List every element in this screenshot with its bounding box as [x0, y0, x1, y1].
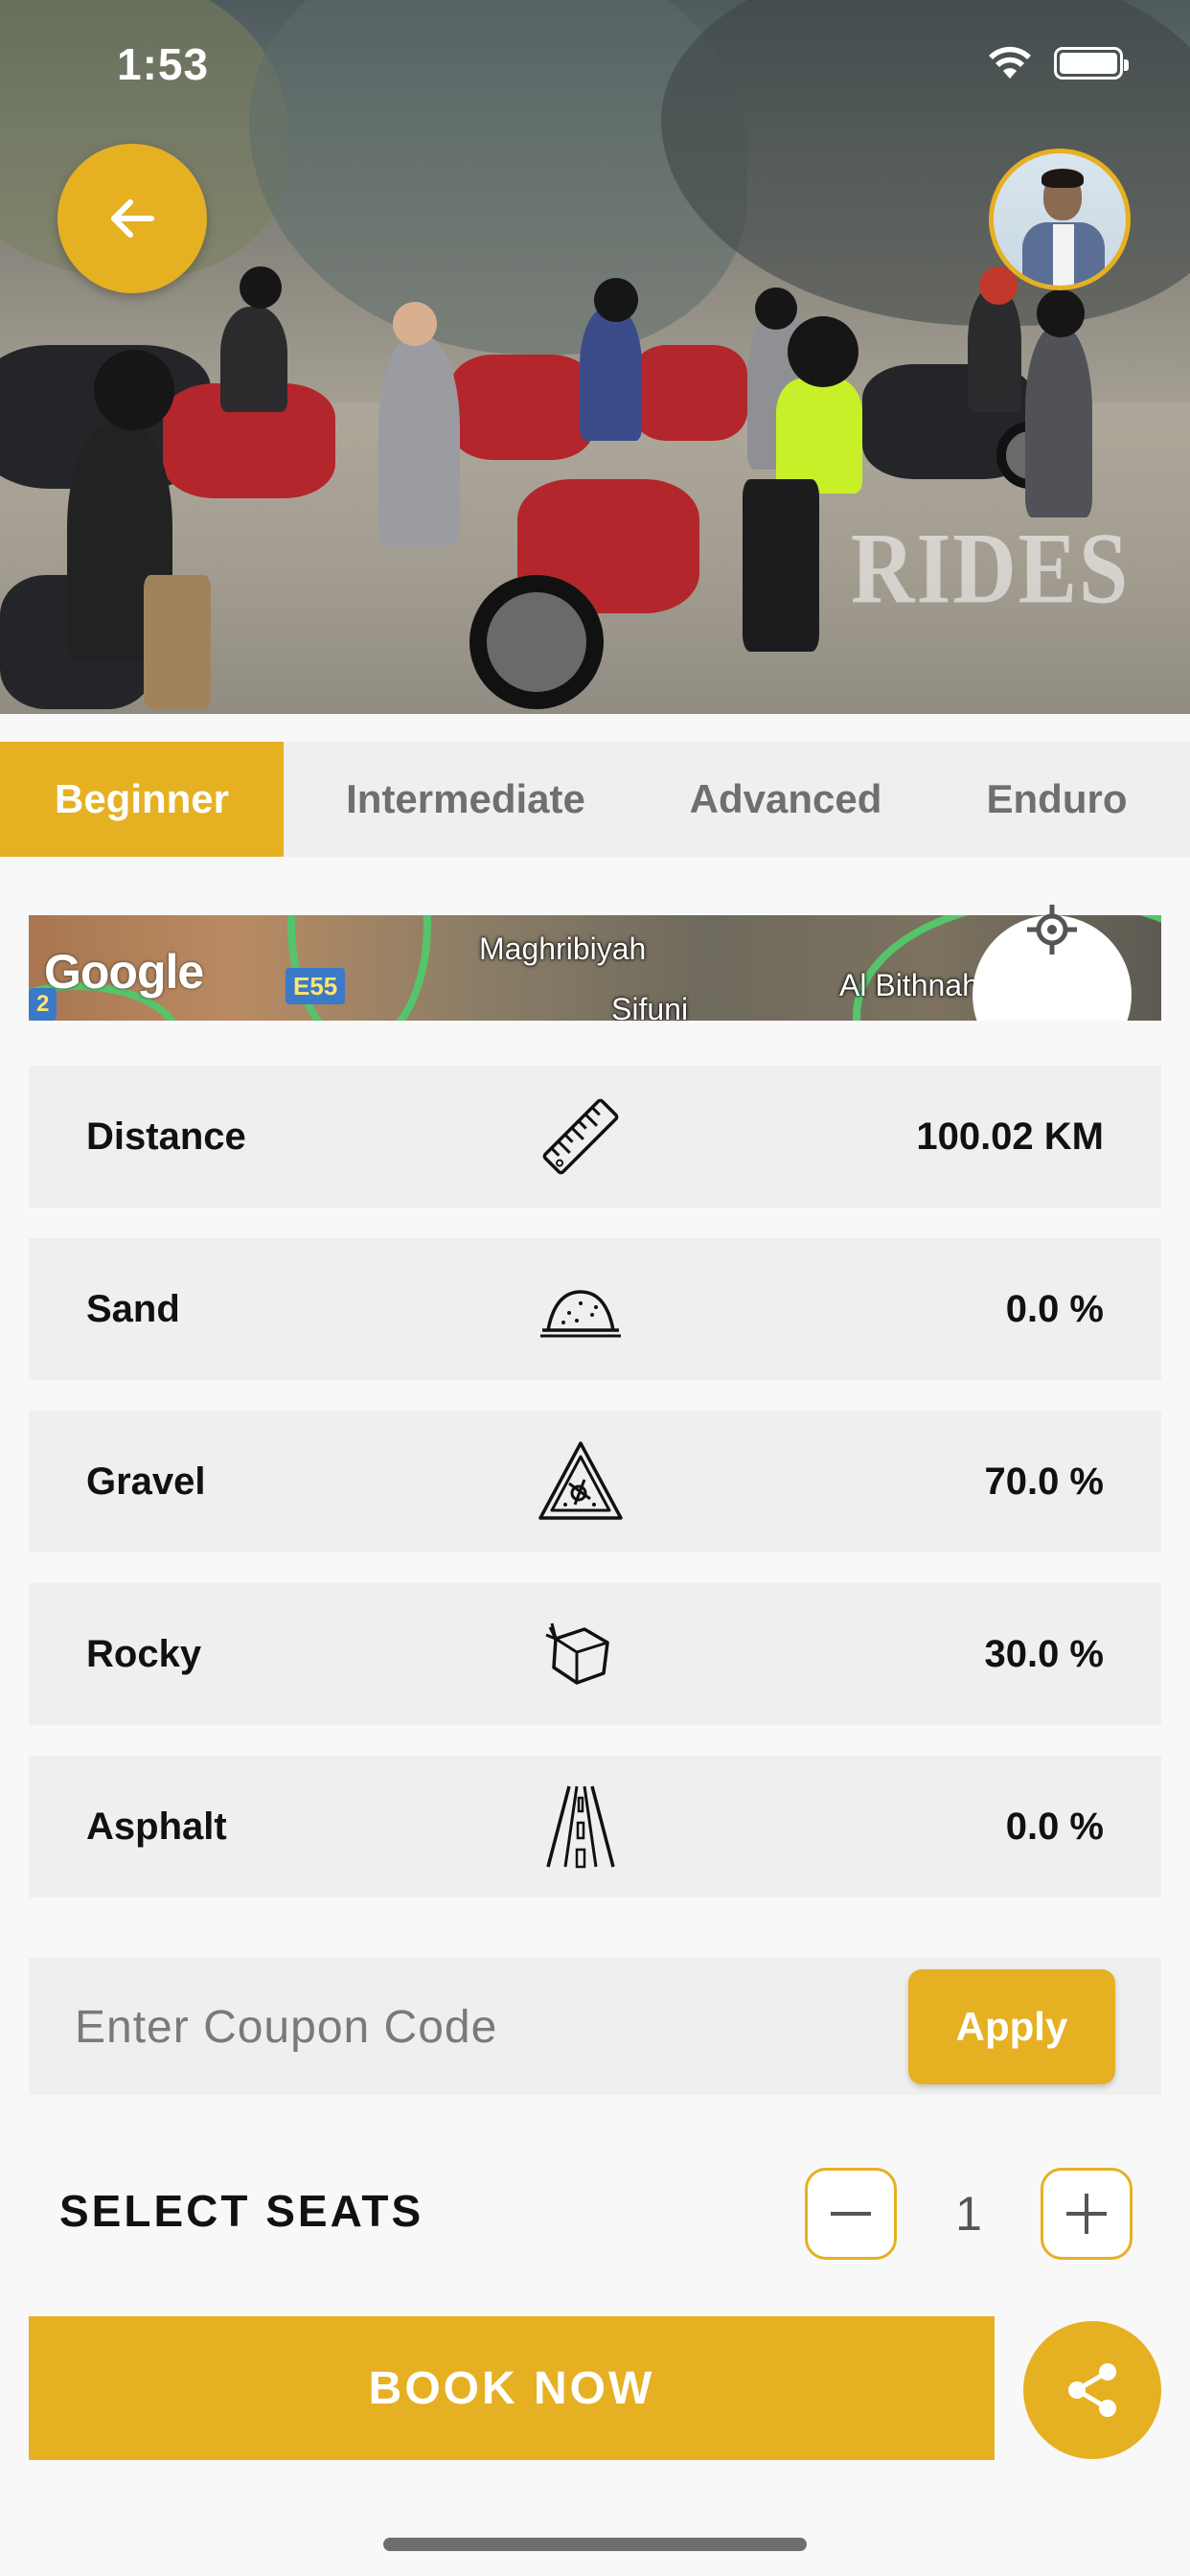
- stat-row-sand: Sand 0.0 %: [29, 1238, 1161, 1380]
- sand-pile-icon: [540, 1290, 621, 1338]
- avatar-shirt: [1053, 224, 1074, 286]
- battery-icon: [1054, 47, 1129, 80]
- location-target-icon: [1027, 905, 1077, 954]
- hero-helmet: [240, 266, 282, 309]
- stat-label: Asphalt: [86, 1805, 227, 1848]
- rock-icon: [545, 1622, 609, 1685]
- hero-rider: [220, 307, 287, 412]
- coupon-code-input[interactable]: [75, 1987, 860, 2067]
- book-now-button[interactable]: BOOK NOW: [29, 2316, 995, 2460]
- stat-label: Rocky: [86, 1632, 202, 1675]
- stat-value: 30.0 %: [984, 1632, 1104, 1675]
- minus-icon: [831, 2212, 871, 2216]
- tab-advanced[interactable]: Advanced: [648, 742, 924, 857]
- hero-motorcycle: [632, 345, 747, 441]
- hero-rider: [1025, 326, 1092, 518]
- back-button[interactable]: [57, 144, 207, 293]
- stat-row-asphalt: Asphalt 0.0 %: [29, 1756, 1161, 1898]
- select-seats-label: SELECT SEATS: [59, 2186, 424, 2236]
- hero-rider-vest: [776, 379, 862, 494]
- hero-wheel: [469, 575, 604, 709]
- stat-row-gravel: Gravel 70.0 %: [29, 1411, 1161, 1552]
- hero-rider: [378, 335, 460, 546]
- google-logo: Google: [44, 945, 204, 999]
- tab-beginner[interactable]: Beginner: [0, 742, 284, 857]
- stat-row-rocky: Rocky 30.0 %: [29, 1583, 1161, 1725]
- decrease-seats-button[interactable]: [805, 2168, 897, 2260]
- plus-icon: [1066, 2194, 1107, 2234]
- hero-rider: [968, 288, 1021, 412]
- hero-helmet: [393, 302, 437, 346]
- home-indicator[interactable]: [383, 2538, 807, 2551]
- coupon-panel: Apply: [29, 1958, 1161, 2095]
- hero-helmet: [1037, 289, 1085, 337]
- hero-rider: [580, 307, 642, 441]
- hero-watermark: RIDES: [851, 512, 1131, 625]
- status-time: 1:53: [117, 39, 210, 89]
- hero-rider-legs: [144, 575, 211, 709]
- stat-value: 0.0 %: [1005, 1805, 1104, 1848]
- ruler-icon: [542, 1098, 619, 1175]
- hero-helmet: [94, 350, 174, 430]
- stat-label: Distance: [86, 1115, 246, 1158]
- wifi-icon: [989, 46, 1031, 79]
- stat-value: 70.0 %: [984, 1460, 1104, 1503]
- share-icon: [1068, 2363, 1116, 2417]
- avatar-hair: [1041, 169, 1084, 188]
- stat-label: Sand: [86, 1287, 180, 1330]
- stat-value: 0.0 %: [1005, 1287, 1104, 1330]
- hero-background-rock: [249, 0, 747, 355]
- tab-intermediate[interactable]: Intermediate: [284, 742, 648, 857]
- increase-seats-button[interactable]: [1041, 2168, 1133, 2260]
- stat-row-distance: Distance 100.02 KM: [29, 1066, 1161, 1208]
- hero-helmet: [594, 278, 638, 322]
- tab-enduro[interactable]: Enduro: [924, 742, 1190, 857]
- hero-image: RIDES: [0, 0, 1190, 714]
- map-place-label: Al Bithnah: [839, 968, 979, 1002]
- level-tabs: Beginner Intermediate Advanced Enduro: [0, 742, 1190, 857]
- share-button[interactable]: [1023, 2321, 1161, 2459]
- status-icons: [987, 46, 1129, 80]
- profile-avatar[interactable]: [989, 149, 1131, 290]
- hero-helmet: [755, 288, 797, 330]
- apply-coupon-button[interactable]: Apply: [908, 1969, 1115, 2084]
- map-place-label: Sifuni: [611, 992, 689, 1021]
- hero-rider-legs: [743, 479, 819, 652]
- hero-helmet: [788, 316, 858, 387]
- stat-value: 100.02 KM: [916, 1115, 1104, 1158]
- stat-label: Gravel: [86, 1460, 206, 1503]
- road-icon: [546, 1785, 615, 1869]
- map-road-badge: E55: [286, 968, 346, 1004]
- gravel-warning-icon: [538, 1441, 623, 1520]
- hero-motorcycle: [450, 355, 594, 460]
- map-road-badge: 2: [29, 988, 57, 1021]
- arrow-left-icon: [111, 199, 154, 238]
- map-place-label: Maghribiyah: [479, 932, 647, 966]
- seat-count: 1: [955, 2187, 982, 2241]
